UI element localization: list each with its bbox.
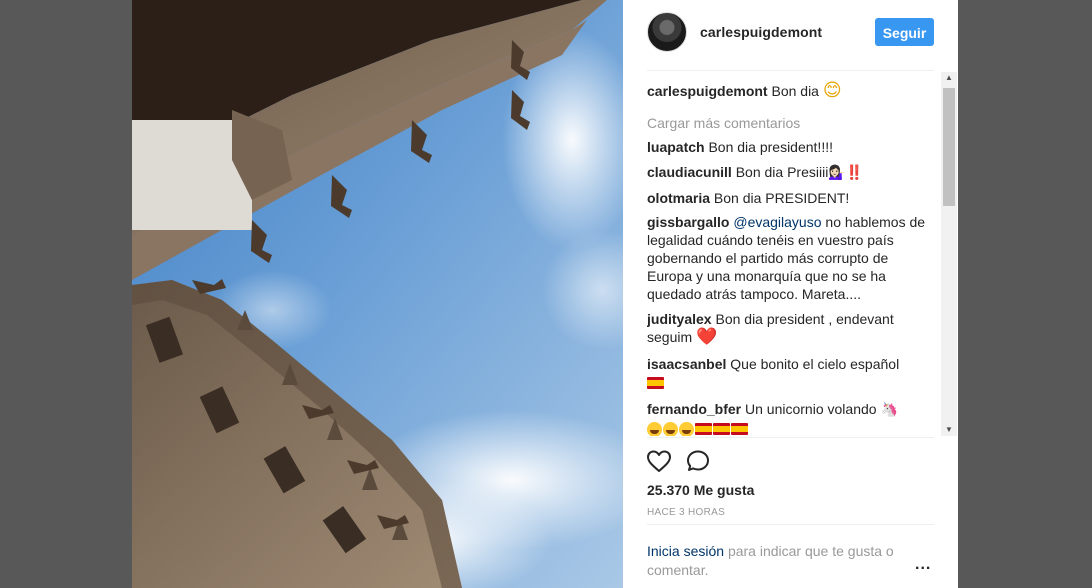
heart-outline-icon[interactable]: [646, 449, 672, 473]
spain-flag-icon: [713, 423, 730, 436]
divider: [647, 70, 934, 71]
load-more-comments-link[interactable]: Cargar más comentarios: [647, 115, 800, 131]
spain-flag-icon: [647, 377, 664, 390]
login-prompt: Inicia sesión para indicar que te gusta …: [647, 542, 917, 580]
list-item: gissbargallo @evagilayuso no hablemos de…: [647, 213, 927, 303]
list-item: isaacsanbel Que bonito el cielo español …: [647, 355, 927, 391]
comments-scrollbar[interactable]: ▲ ▼: [941, 72, 957, 436]
avatar[interactable]: [647, 12, 687, 52]
post-photo[interactable]: [132, 0, 623, 588]
post-panel: carlespuigdemont Seguir carlespuigdemont…: [623, 0, 958, 588]
emoji-line: 😂😂😂🇪🇸🇪🇸🇪🇸💪🏻: [647, 420, 749, 436]
list-item: judityalex Bon dia president , endevant …: [647, 310, 927, 346]
divider: [647, 437, 934, 438]
list-item: fernando_bfer Un unicornio volando 🦄 😂😂😂…: [647, 400, 927, 436]
comment-username[interactable]: claudiacunill: [647, 164, 732, 180]
caption-username[interactable]: carlespuigdemont: [647, 83, 768, 99]
login-link[interactable]: Inicia sesión: [647, 543, 724, 559]
laughing-emoji-icon: [663, 421, 678, 436]
comment-text: Bon dia PRESIDENT!: [713, 190, 850, 206]
header-username[interactable]: carlespuigdemont: [700, 24, 822, 40]
post-header: carlespuigdemont Seguir: [623, 0, 958, 70]
comment-username[interactable]: gissbargallo: [647, 214, 729, 230]
comment-text: Que bonito el cielo español: [730, 356, 900, 372]
follow-button[interactable]: Seguir: [875, 18, 934, 46]
smile-emoji-icon: 😊: [822, 80, 842, 101]
laughing-emoji-icon: [679, 421, 694, 436]
more-options-icon[interactable]: ...: [915, 556, 931, 574]
divider: [647, 524, 934, 525]
comment-text: Bon dia Presiiii: [735, 164, 829, 180]
comment-username[interactable]: olotmaria: [647, 190, 710, 206]
caption: carlespuigdemont Bon dia 😊: [647, 82, 842, 100]
list-item: luapatch Bon dia president!!!!: [647, 138, 927, 156]
post-image: [132, 0, 623, 588]
likes-count[interactable]: 25.370 Me gusta: [647, 482, 754, 498]
comment-username[interactable]: luapatch: [647, 139, 705, 155]
comment-username[interactable]: judityalex: [647, 311, 712, 327]
unicorn-emoji-icon: 🦄: [880, 402, 898, 418]
comment-username[interactable]: fernando_bfer: [647, 401, 741, 417]
laughing-emoji-icon: [647, 421, 662, 436]
caption-text: Bon dia: [771, 83, 819, 99]
scroll-thumb[interactable]: [943, 88, 955, 206]
spain-flag-icon: [695, 423, 712, 436]
comments-list: carlespuigdemont Bon dia 😊 Cargar más co…: [647, 80, 947, 436]
mention-link[interactable]: @evagilayuso: [733, 214, 821, 230]
spain-flag-icon: [731, 423, 748, 436]
comment-username[interactable]: isaacsanbel: [647, 356, 726, 372]
comment-text: Bon dia president!!!!: [708, 139, 833, 155]
scroll-down-arrow-icon[interactable]: ▼: [941, 424, 957, 436]
heart-emoji-icon: ❤️: [696, 327, 718, 347]
list-item: claudiacunill Bon dia Presiiii💁🏻‍♀️‼️: [647, 163, 927, 182]
comment-text: Un unicornio volando: [745, 401, 877, 417]
list-item: olotmaria Bon dia PRESIDENT!: [647, 189, 927, 207]
post-time[interactable]: HACE 3 HORAS: [647, 507, 725, 518]
speech-bubble-icon[interactable]: [686, 449, 712, 473]
emoji-icon: 💁🏻‍♀️‼️: [828, 165, 864, 181]
scroll-up-arrow-icon[interactable]: ▲: [941, 72, 957, 84]
